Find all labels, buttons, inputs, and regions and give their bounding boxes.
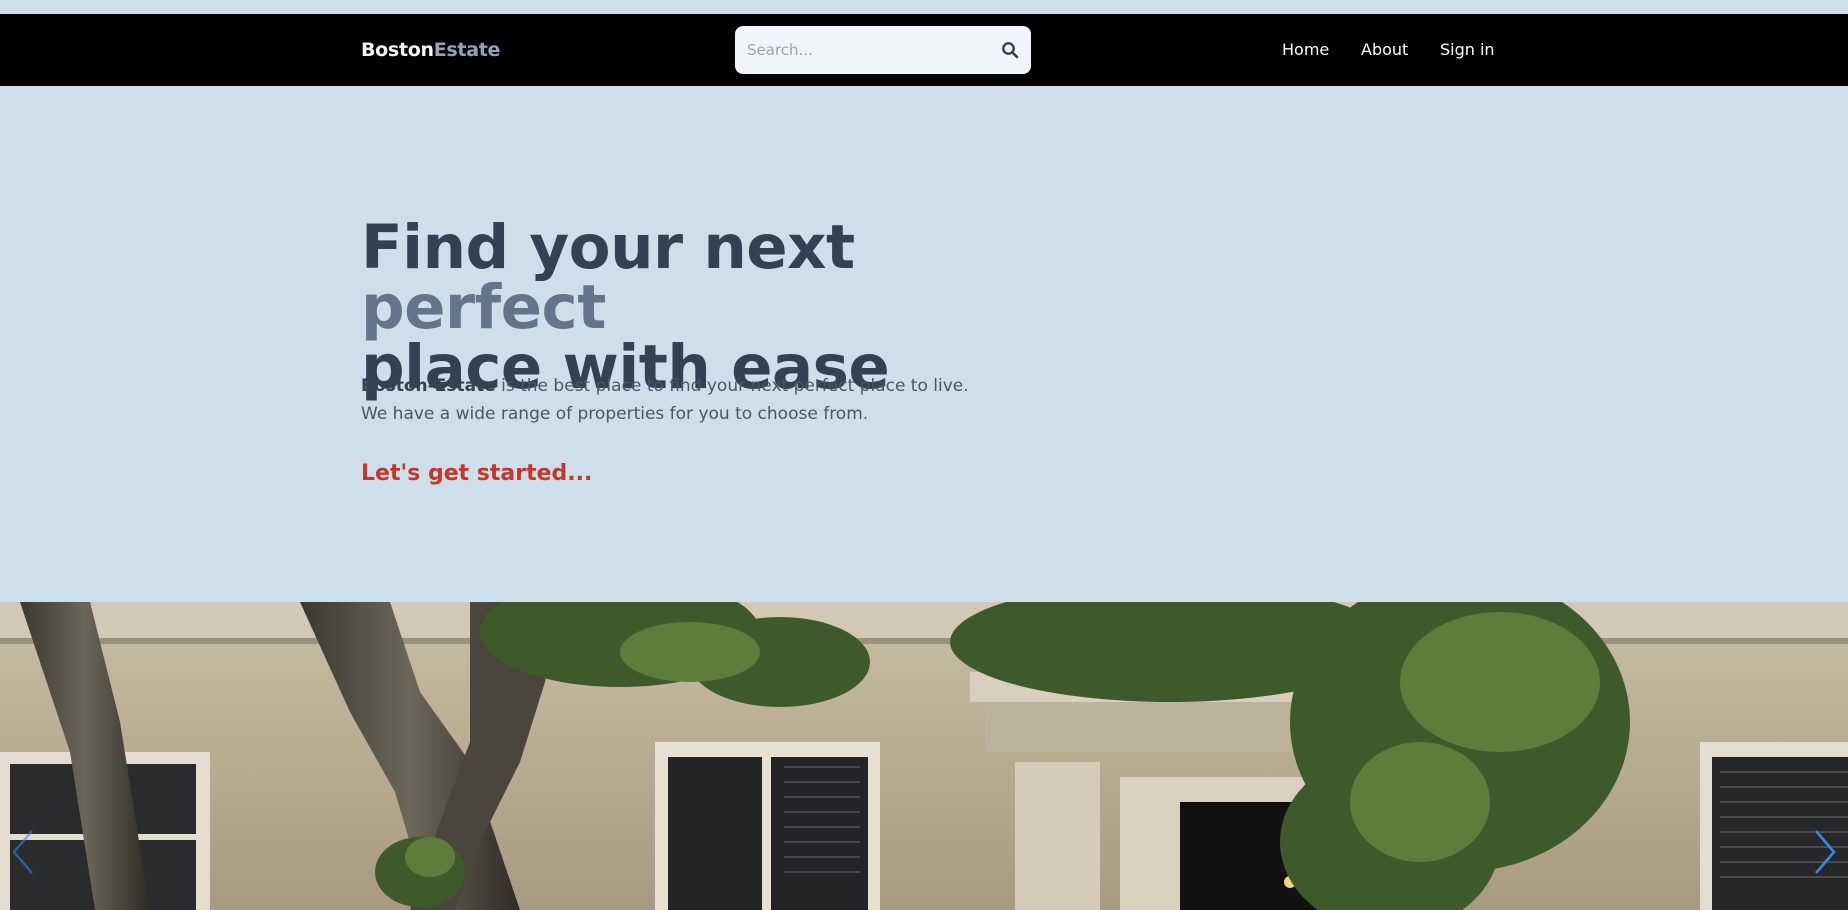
- nav-about[interactable]: About: [1361, 40, 1408, 59]
- hero-desc-line2: We have a wide range of properties for y…: [361, 404, 869, 424]
- navbar: BostonEstate Home About Sign in: [0, 14, 1848, 86]
- brand-logo[interactable]: BostonEstate: [361, 39, 500, 61]
- chevron-right-icon[interactable]: [1810, 827, 1840, 877]
- search-input[interactable]: [747, 26, 987, 74]
- hero-desc-line1: is the best place to find your next perf…: [495, 376, 969, 396]
- brand-logo-part2: Estate: [433, 39, 501, 61]
- get-started-link[interactable]: Let's get started...: [361, 461, 592, 486]
- hero-carousel: [0, 602, 1848, 910]
- brand-logo-part1: Boston: [361, 39, 434, 61]
- nav-sign-in[interactable]: Sign in: [1440, 40, 1495, 59]
- hero-description: Boston-Estate is the best place to find …: [361, 372, 1061, 428]
- top-strip: [0, 0, 1848, 14]
- chevron-left-icon[interactable]: [8, 827, 38, 877]
- house-photo: [0, 602, 1848, 910]
- hero-desc-brand: Boston-Estate: [361, 376, 496, 396]
- search-icon[interactable]: [1001, 41, 1019, 59]
- hero-title: Find your next perfect place with ease: [361, 217, 1061, 398]
- search-box: [735, 26, 1031, 74]
- nav-home[interactable]: Home: [1282, 40, 1329, 59]
